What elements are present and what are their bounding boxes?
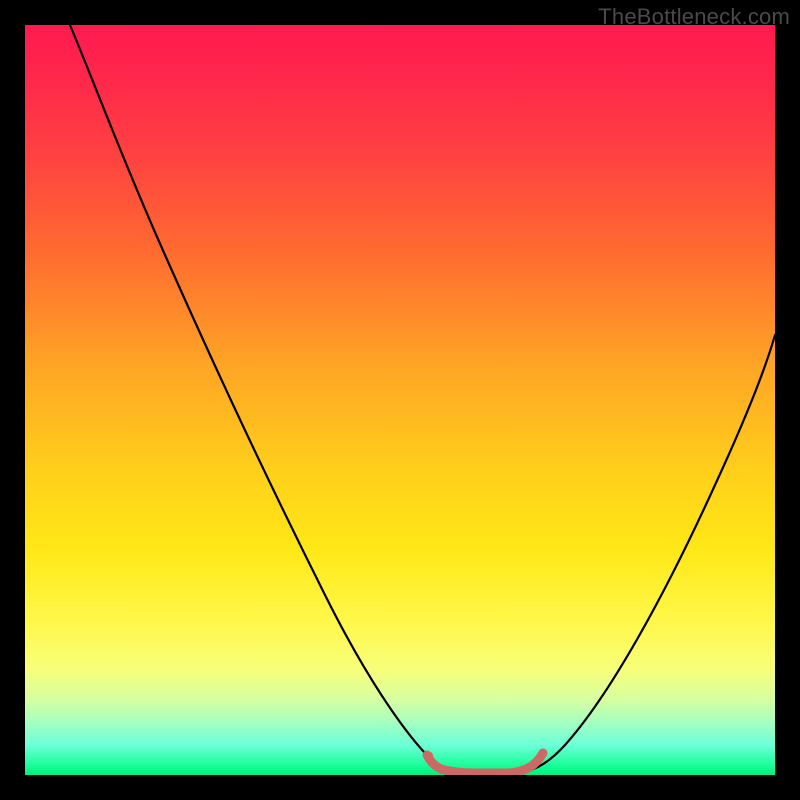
marker-dot <box>538 750 546 758</box>
marker-dot <box>425 752 433 760</box>
plot-area <box>25 25 775 775</box>
bottleneck-curve-path <box>70 25 775 773</box>
chart-frame: TheBottleneck.com <box>0 0 800 800</box>
watermark-text: TheBottleneck.com <box>598 4 790 30</box>
bottleneck-curve-svg <box>25 25 775 775</box>
optimal-flat-segment-path <box>427 753 543 773</box>
